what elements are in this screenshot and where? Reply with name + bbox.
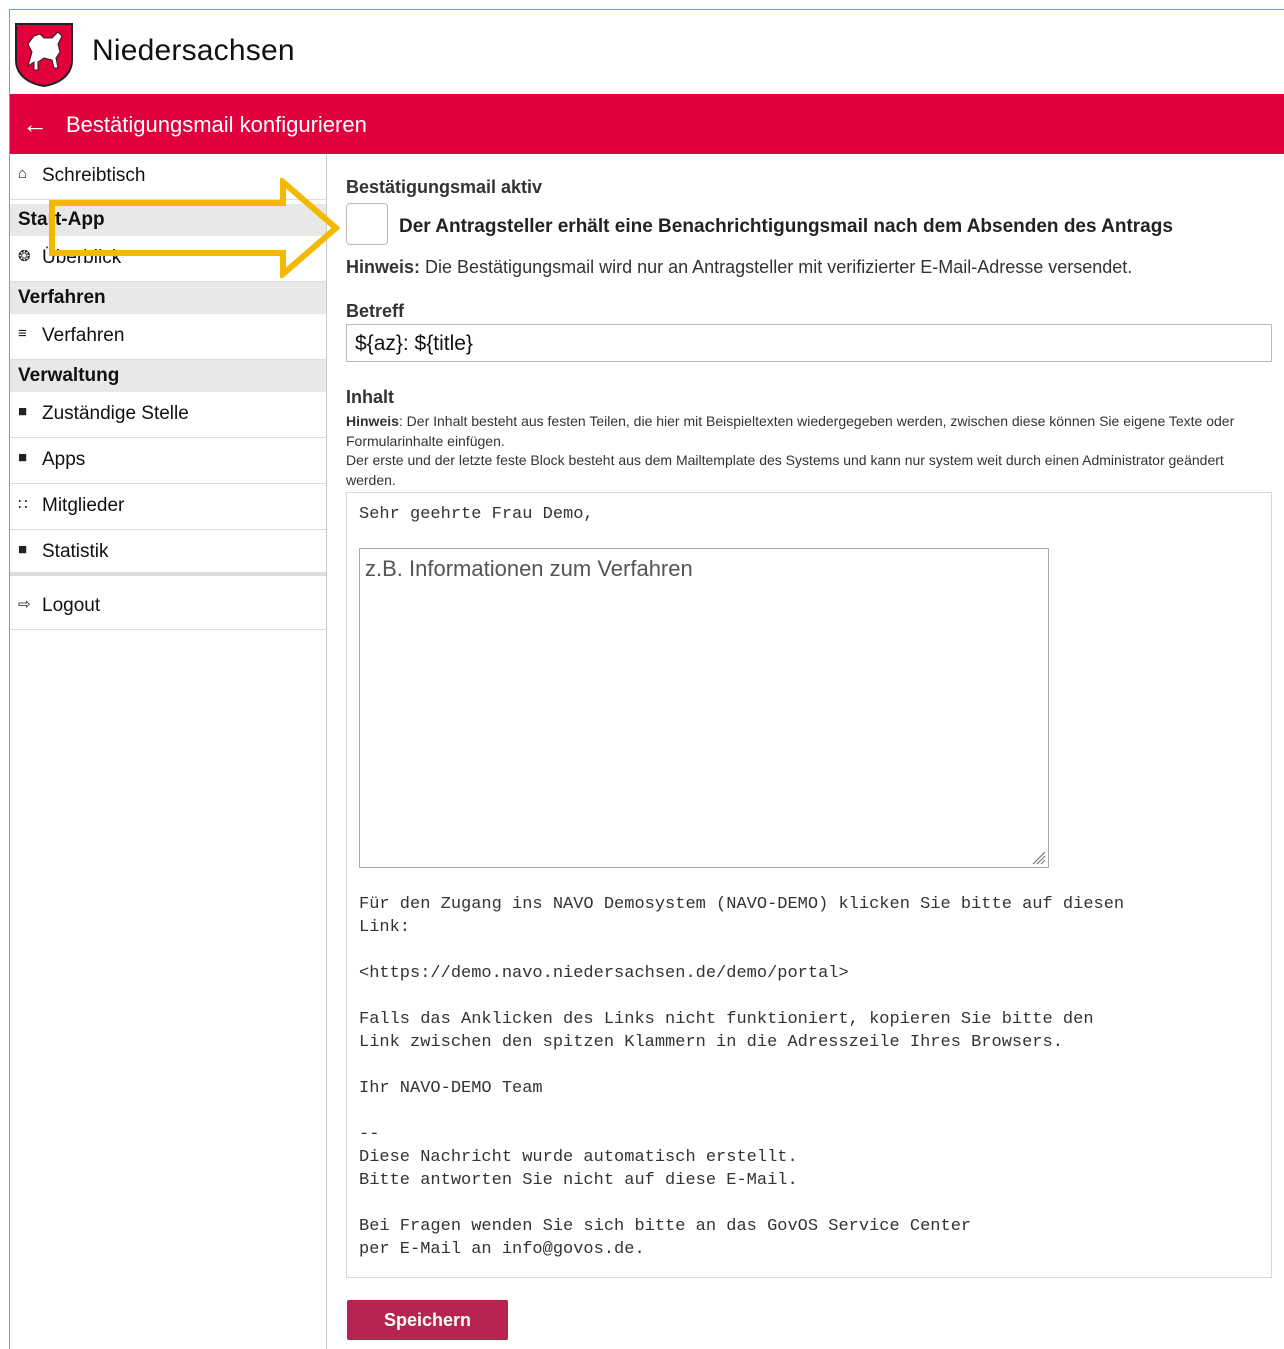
sidebar-item-mitglieder[interactable]: ∷ Mitglieder [10, 484, 326, 530]
site-title: Niedersachsen [92, 34, 295, 67]
subject-input[interactable]: ${az}: ${title} [346, 324, 1272, 362]
content-label: Inhalt [346, 387, 394, 407]
section-label: Verwaltung [18, 365, 120, 386]
sidebar-item-logout[interactable]: ⇨ Logout [10, 584, 326, 630]
active-label: Bestätigungsmail aktiv [346, 177, 543, 197]
sidebar-item-statistik[interactable]: ■ Statistik [10, 530, 326, 576]
sidebar-section-verfahren: Verfahren [10, 282, 326, 314]
sidebar-item-label: Verfahren [42, 325, 125, 346]
sidebar-item-verfahren[interactable]: ≡ Verfahren [10, 314, 326, 360]
sidebar: ⌂ Schreibtisch Start-App ❂ Überblick Ver… [10, 154, 327, 1349]
users-icon: ∷ [18, 496, 28, 513]
sidebar-item-label: Statistik [42, 541, 109, 562]
subject-label: Betreff [346, 301, 405, 321]
sidebar-item-zustaendige-stelle[interactable]: ■ Zuständige Stelle [10, 392, 326, 438]
page-title: Bestätigungsmail konfigurieren [66, 112, 367, 137]
lightbulb-icon: ❂ [18, 248, 31, 265]
mail-body-template: Für den Zugang ins NAVO Demosystem (NAVO… [359, 895, 1125, 1259]
custom-text-area[interactable] [359, 548, 1049, 868]
mail-salutation: Sehr geehrte Frau Demo, [359, 505, 594, 524]
logout-icon: ⇨ [18, 596, 31, 613]
niedersachsen-crest-icon[interactable] [14, 22, 74, 88]
sidebar-item-apps[interactable]: ■ Apps [10, 438, 326, 484]
hint-text: Die Bestätigungsmail wird nur an Antrags… [420, 257, 1133, 277]
building-icon: ■ [18, 403, 28, 420]
list-icon: ≡ [18, 325, 27, 342]
statistics-icon: ■ [18, 541, 28, 558]
content-hint: Hinweis: Der Inhalt besteht aus festen T… [346, 412, 1271, 490]
arrow-left-icon[interactable]: ← [22, 108, 48, 140]
verification-hint: Hinweis: Die Bestätigungsmail wird nur a… [346, 257, 1132, 278]
sidebar-item-label: Zuständige Stelle [42, 403, 189, 424]
hint-prefix: Hinweis: [346, 257, 421, 277]
save-button[interactable]: Speichern [347, 1300, 508, 1340]
sidebar-section-verwaltung: Verwaltung [10, 360, 326, 392]
textarea-placeholder: z.B. Informationen zum Verfahren [365, 556, 693, 581]
content-hint-prefix: Hinweis [346, 413, 399, 429]
checkbox-label[interactable]: Der Antragsteller erhält eine Benachrich… [399, 216, 1173, 238]
annotation-arrow-icon [49, 178, 340, 278]
home-icon: ⌂ [18, 165, 28, 182]
section-label: Verfahren [18, 287, 106, 308]
active-checkbox[interactable] [346, 203, 388, 245]
sidebar-item-label: Logout [42, 595, 101, 616]
resize-grip-icon[interactable] [1028, 847, 1046, 865]
content-hint-line2: Der erste und der letzte feste Block bes… [346, 452, 1224, 488]
apps-icon: ■ [18, 449, 28, 466]
sidebar-item-label: Apps [42, 449, 86, 470]
sidebar-item-label: Mitglieder [42, 495, 125, 516]
content-hint-line1: : Der Inhalt besteht aus festen Teilen, … [346, 413, 1235, 449]
